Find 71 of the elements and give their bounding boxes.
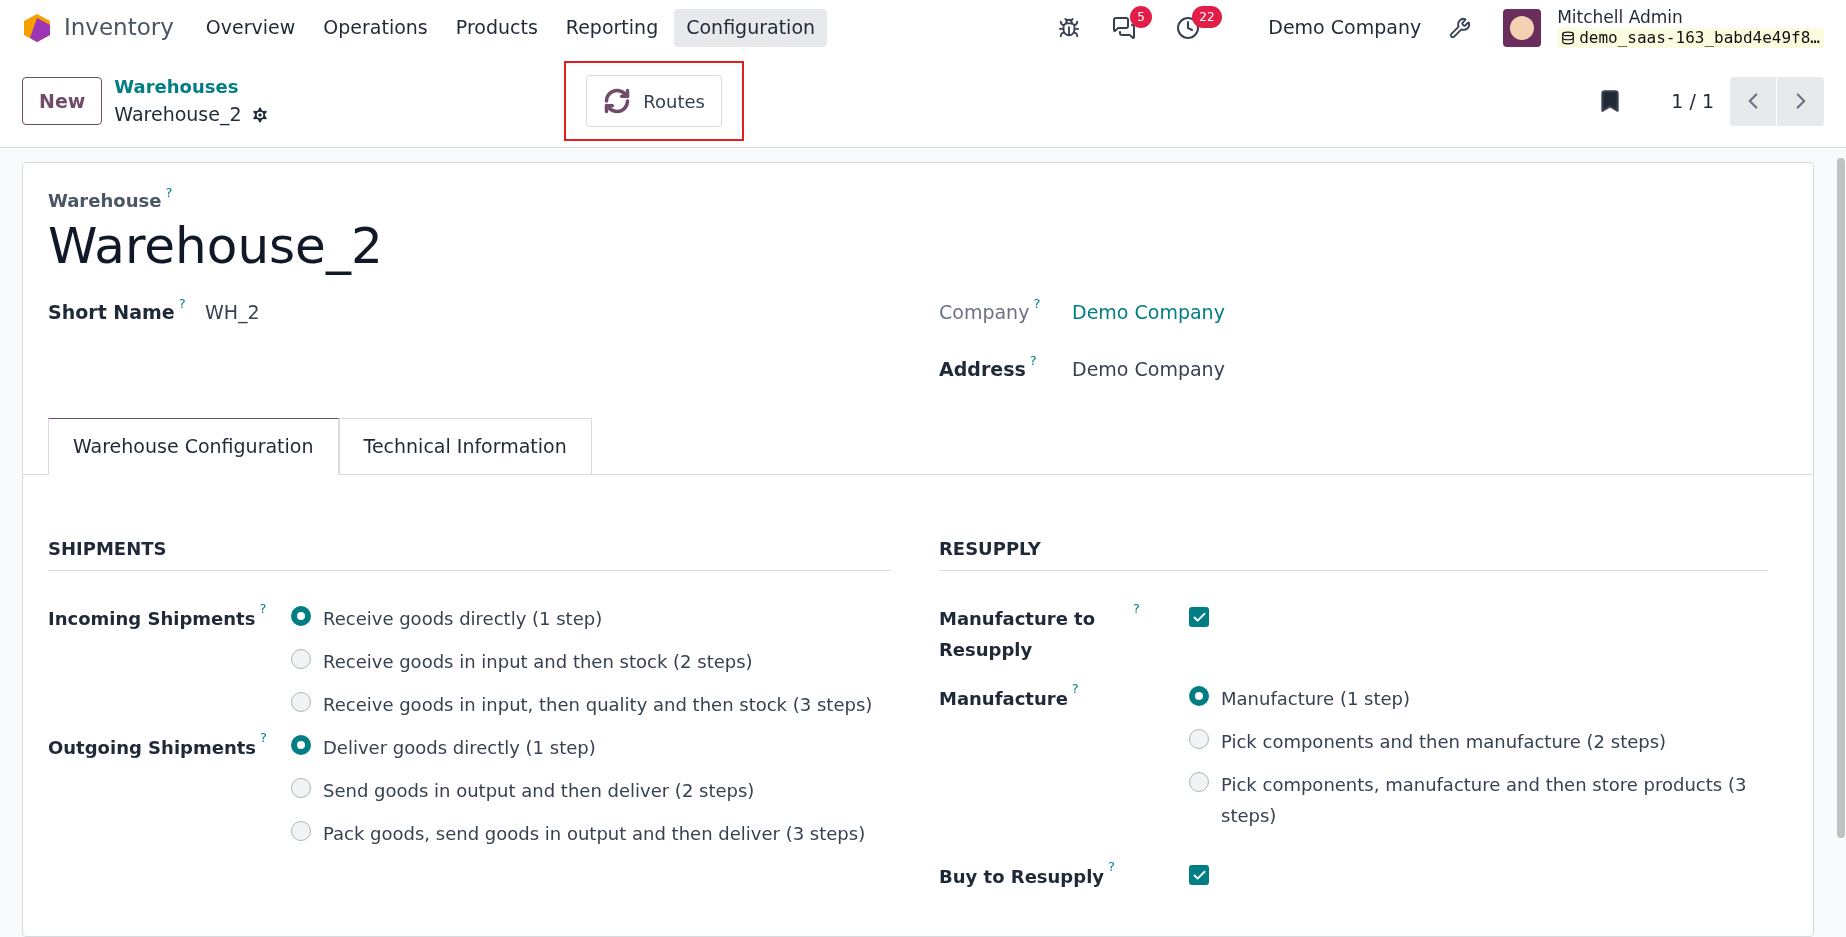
radio-button[interactable] (291, 649, 311, 669)
clock-icon[interactable] (1176, 15, 1201, 40)
checkbox[interactable] (1189, 865, 1209, 885)
chat-icon[interactable] (1112, 15, 1137, 40)
help-tooltip-mark[interactable]: ? (1133, 601, 1140, 616)
menu-item[interactable]: Products (443, 8, 550, 47)
radio-button[interactable] (291, 778, 311, 798)
radio-label: Pack goods, send goods in output and then deliver (3 steps) (323, 822, 866, 846)
company-switcher[interactable]: Demo Company (1268, 13, 1422, 42)
scrollbar[interactable] (1837, 158, 1845, 838)
record-name: Warehouse_2 (48, 216, 384, 277)
notification-badge: 22 (1192, 5, 1222, 28)
radio-label: Receive goods in input and then stock (2 steps) (323, 650, 753, 674)
pager-value[interactable]: 1 / 1 (1671, 86, 1714, 116)
radio-label: Pick components and then manufacture (2 steps) (1221, 730, 1667, 754)
help-tooltip-mark[interactable]: ? (1033, 296, 1041, 327)
breadcrumb-link[interactable]: Warehouses (114, 73, 565, 101)
radio-button[interactable] (1189, 686, 1209, 706)
radio-button[interactable] (291, 606, 311, 626)
app-name[interactable]: Inventory (64, 10, 174, 45)
field-value[interactable]: Demo Company (1072, 354, 1225, 383)
section-title: SHIPMENTS (48, 535, 891, 571)
menu-item[interactable]: Configuration (674, 8, 828, 47)
field-label: Address (939, 356, 1026, 382)
field-label: Warehouse (48, 189, 162, 213)
checkbox[interactable] (1189, 607, 1209, 627)
record-title: Warehouse_2 (114, 102, 242, 128)
menu-item[interactable]: Reporting (553, 8, 671, 47)
help-tooltip-mark[interactable]: ? (259, 601, 267, 616)
field-label: Buy to Resupply (939, 865, 1105, 889)
field-label: Company (939, 300, 1030, 325)
help-tooltip-mark[interactable]: ? (1071, 681, 1079, 696)
field-value[interactable]: WH_2 (205, 298, 260, 327)
new-button[interactable]: New (22, 77, 103, 125)
field-value[interactable]: Demo Company (1072, 298, 1225, 327)
database-icon (1561, 31, 1576, 46)
field-label: Short Name (48, 300, 175, 325)
radio-label: Receive goods directly (1 step) (323, 607, 603, 631)
radio-button[interactable] (1189, 729, 1209, 749)
field-label: Manufacture to Resupply (939, 607, 1097, 662)
radio-label: Deliver goods directly (1 step) (323, 736, 596, 760)
user-name[interactable]: Mitchell Admin (1557, 6, 1824, 29)
help-tooltip-mark[interactable]: ? (1029, 352, 1037, 383)
radio-button[interactable] (291, 735, 311, 755)
debug-icon[interactable] (1058, 16, 1081, 39)
refresh-icon (603, 87, 632, 115)
menu-item[interactable]: Operations (311, 8, 440, 47)
form-tab[interactable]: Warehouse Configuration (48, 418, 339, 475)
menu-item[interactable]: Overview (193, 8, 308, 47)
database-name: demo_saas-163_babd4e49f8… (1557, 28, 1824, 49)
radio-label: Manufacture (1 step) (1221, 687, 1411, 711)
routes-button[interactable]: Routes (586, 75, 722, 127)
radio-button[interactable] (1189, 772, 1209, 792)
field-label: Incoming Shipments (48, 607, 256, 631)
help-tooltip-mark[interactable]: ? (1108, 859, 1115, 874)
radio-label: Pick components, manufacture and then store products (3 steps) (1221, 773, 1748, 828)
help-tooltip-mark[interactable]: ? (178, 296, 186, 327)
radio-label: Receive goods in input, then quality and then stock (3 steps) (323, 693, 873, 717)
radio-button[interactable] (291, 692, 311, 712)
help-tooltip-mark[interactable]: ? (165, 185, 173, 200)
notification-badge: 5 (1130, 5, 1152, 28)
tools-icon[interactable] (1449, 16, 1472, 39)
radio-button[interactable] (291, 821, 311, 841)
radio-label: Send goods in output and then deliver (2 steps) (323, 779, 755, 803)
app-logo-icon[interactable] (22, 12, 52, 43)
field-label: Outgoing Shipments (48, 736, 257, 760)
avatar-icon[interactable] (1503, 8, 1542, 47)
form-tab[interactable]: Technical Information (338, 418, 592, 475)
section-title: RESUPPLY (939, 535, 1768, 571)
help-tooltip-mark[interactable]: ? (260, 730, 267, 745)
field-label: Manufacture (939, 687, 1068, 711)
